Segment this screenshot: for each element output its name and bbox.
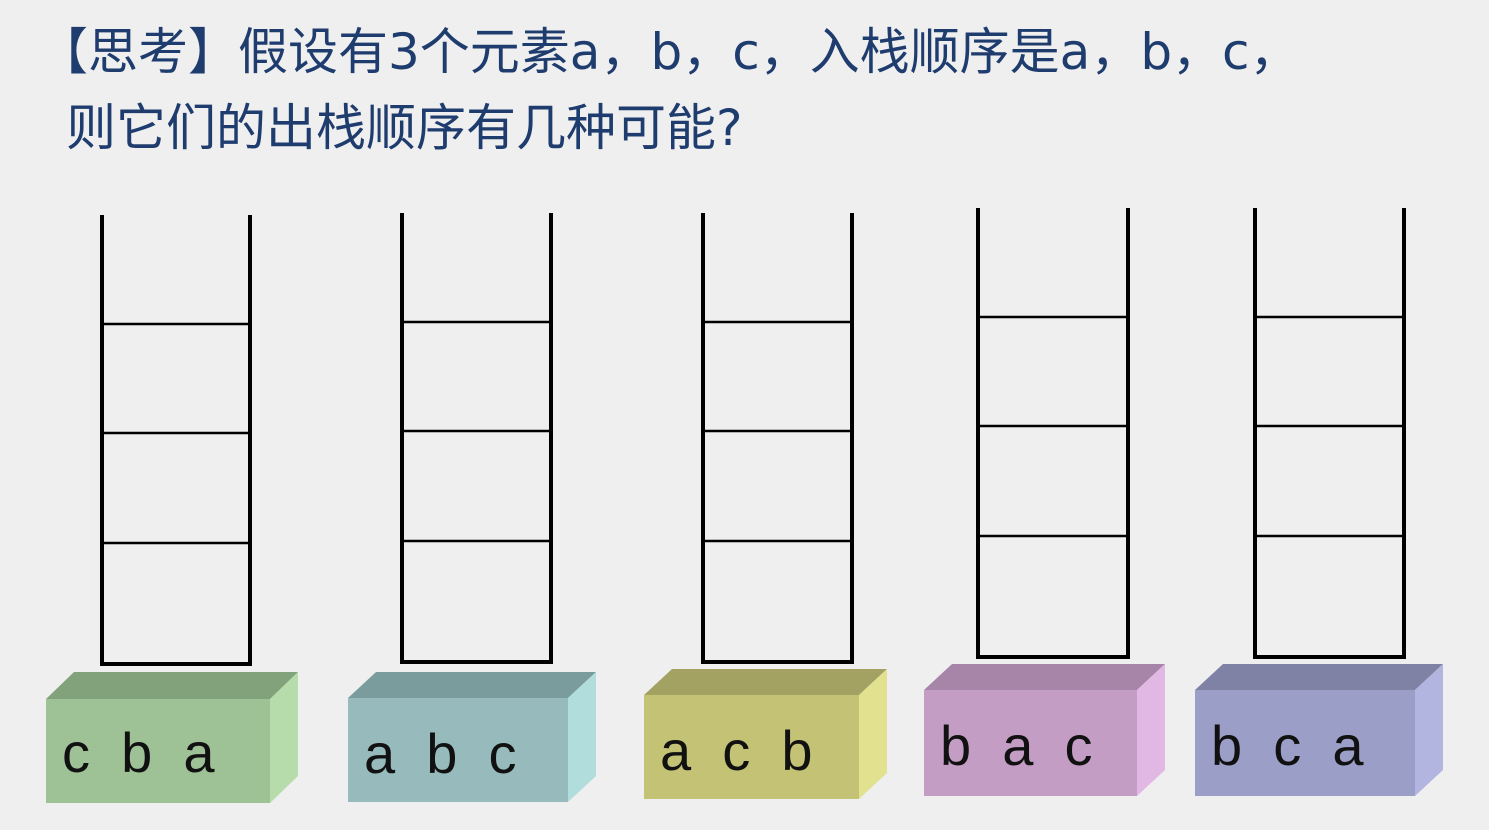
stack-5 (1253, 208, 1406, 659)
stack-3-container (701, 213, 854, 664)
box-2-label: a b c (364, 722, 517, 785)
box-2-top (348, 672, 596, 698)
sequence-box-1: c b a (46, 672, 298, 803)
box-3-label: a c b (660, 719, 813, 782)
stack-4-container (976, 208, 1130, 659)
box-4-label: b a c (940, 714, 1093, 777)
sequence-box-4: b a c (924, 664, 1165, 796)
stack-1 (100, 215, 252, 666)
stack-5-container (1253, 208, 1406, 659)
stack-1-container (100, 215, 252, 666)
box-3-top (644, 669, 887, 695)
sequence-box-3: a c b (644, 669, 887, 799)
box-1-top (46, 672, 298, 699)
stack-4 (976, 208, 1130, 659)
stack-diagram: c b a a b c a c b b a c b c a (46, 208, 1443, 803)
box-1-label: c b a (62, 721, 215, 784)
stack-3 (701, 213, 854, 664)
box-5-top (1195, 664, 1443, 690)
box-5-label: b c a (1211, 714, 1364, 777)
sequence-box-5: b c a (1195, 664, 1443, 796)
stack-2 (400, 213, 553, 664)
box-4-top (924, 664, 1165, 690)
stack-2-container (400, 213, 553, 664)
sequence-box-2: a b c (348, 672, 596, 802)
